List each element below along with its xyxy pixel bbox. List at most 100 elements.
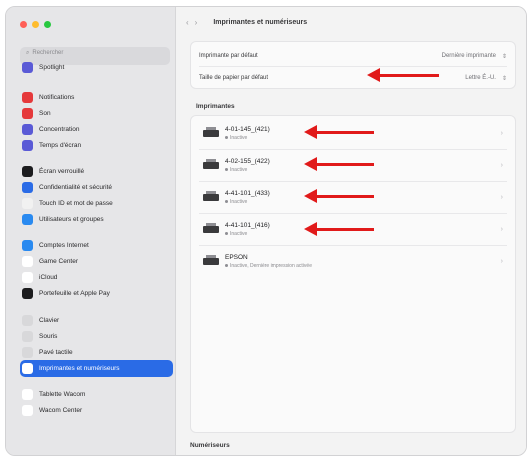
sidebar-item-label: Touch ID et mot de passe [39,199,113,207]
default-printer-value: Dernière imprimante [441,53,496,59]
forward-button[interactable]: › [195,18,204,27]
annotation-arrow-printer-1 [304,125,374,139]
trackpad-icon [22,346,33,358]
sidebar-item[interactable]: Comptes Internet [22,237,172,253]
sidebar-item-label: Game Center [39,257,79,265]
chevron-right-icon: › [500,161,503,169]
sidebar-item-label: Notifications [39,93,75,101]
printer-status-text: Inactive [230,198,248,205]
gamecenter-icon [22,255,33,267]
printer-icon [203,127,219,139]
annotation-arrow-printer-4 [304,222,374,236]
printer-status-text: Inactive, Dernière impression activée [230,262,312,269]
sidebar-item[interactable]: Confidentialité et sécurité [22,179,172,195]
sidebar-item-label: Temps d'écran [39,141,82,149]
status-dot-icon [225,167,228,171]
sidebar-item[interactable]: Écran verrouillé [22,163,172,179]
at-icon [22,239,33,251]
sidebar-item-label: Clavier [39,316,60,324]
sidebar-item[interactable]: Temps d'écran [22,137,172,153]
search-icon: ⌕ [26,50,30,56]
printer-status-text: Inactive [230,166,248,173]
minimize-window-button[interactable] [32,21,39,28]
sidebar-item[interactable]: Clavier [22,312,172,328]
lock-icon [22,165,33,177]
printer-status: Inactive [225,231,270,237]
sidebar-item-label: Utilisateurs et groupes [39,215,104,223]
paper-size-value: Lettre É.-U. [465,75,496,81]
sidebar-item[interactable]: Concentration [22,121,172,137]
sidebar-item[interactable]: Notifications [22,89,172,105]
printer-status: Inactive [225,135,270,141]
chevron-right-icon: › [500,193,503,201]
sidebar-item-label: Comptes Internet [39,241,89,249]
printer-status: Inactive, Dernière impression activée [225,263,312,269]
main-content: ‹› Imprimantes et numériseurs Imprimante… [176,7,526,455]
printer-name: 4-01-145_(421) [225,125,270,133]
printer-name: 4-41-101_(433) [225,189,270,197]
wallet-icon [22,287,33,299]
annotation-arrow-paper-size [367,68,439,82]
sidebar-item[interactable]: Souris [22,328,172,344]
default-printer-select[interactable]: Dernière imprimante ⇕ [442,53,507,60]
status-dot-icon [225,263,228,267]
stepper-icon: ⇕ [501,53,507,60]
printer-icon [203,223,219,235]
sidebar-item[interactable]: Son [22,105,172,121]
printer-icon [203,159,219,171]
sidebar-item-label: Tablette Wacom [39,390,86,398]
nav-buttons: ‹› [186,18,203,27]
bell-icon [22,91,33,103]
chevron-right-icon: › [500,129,503,137]
sidebar-item-label: Wacom Center [39,406,83,414]
sidebar-item[interactable]: Imprimantes et numériseurs [20,360,173,377]
printer-status-text: Inactive [230,134,248,141]
stepper-icon: ⇕ [501,75,507,82]
sidebar-item-label: Concentration [39,125,80,133]
keyboard-icon [22,314,33,326]
default-printer-label: Imprimante par défaut [199,53,258,59]
sidebar-item[interactable]: Utilisateurs et groupes [22,211,172,227]
printer-name: 4-41-101_(416) [225,221,270,229]
sidebar-item[interactable]: Touch ID et mot de passe [22,195,172,211]
sidebar-item[interactable]: Tablette Wacom [22,386,172,402]
mouse-icon [22,330,33,342]
sidebar-item[interactable]: Game Center [22,253,172,269]
printer-row[interactable]: EPSON Inactive, Dernière impression activ… [197,246,509,276]
printer-icon [203,191,219,203]
paper-size-select[interactable]: Lettre É.-U. ⇕ [465,75,507,82]
defaults-card: Imprimante par défaut Dernière imprimant… [190,41,516,89]
status-dot-icon [225,135,228,139]
scanners-section-label: Numériseurs [190,442,230,449]
default-printer-row[interactable]: Imprimante par défaut Dernière imprimant… [199,47,507,65]
printer-name: EPSON [225,253,248,261]
zoom-window-button[interactable] [44,21,51,28]
page-title: Imprimantes et numériseurs [213,18,308,26]
cloud-icon [22,271,33,283]
back-button[interactable]: ‹ [186,18,195,27]
users-icon [22,213,33,225]
status-dot-icon [225,231,228,235]
hand-icon [22,181,33,193]
paper-size-label: Taille de papier par défaut [199,75,269,81]
sidebar-item[interactable]: Spotlight [22,59,172,75]
spotlight-icon [22,61,33,73]
search-placeholder: Rechercher [32,50,64,56]
sidebar-item[interactable]: Wacom Center [22,402,172,418]
sidebar-item-label: Spotlight [39,63,65,71]
hourglass-icon [22,139,33,151]
chevron-right-icon: › [500,257,503,265]
sidebar-item[interactable]: Portefeuille et Apple Pay [22,285,172,301]
close-window-button[interactable] [20,21,27,28]
sidebar-item-label: Portefeuille et Apple Pay [39,289,110,297]
sidebar-item[interactable]: iCloud [22,269,172,285]
annotation-arrow-printer-3 [304,189,374,203]
sidebar-item-label: Écran verrouillé [39,167,85,175]
sidebar-item-label: iCloud [39,273,58,281]
speaker-icon [22,107,33,119]
sidebar-item-label: Souris [39,332,58,340]
wacom-center-icon [22,404,33,416]
sidebar-item[interactable]: Pavé tactile [22,344,172,360]
sidebar-item-label: Confidentialité et sécurité [39,183,112,191]
paper-size-row[interactable]: Taille de papier par défaut Lettre É.-U.… [199,69,507,87]
